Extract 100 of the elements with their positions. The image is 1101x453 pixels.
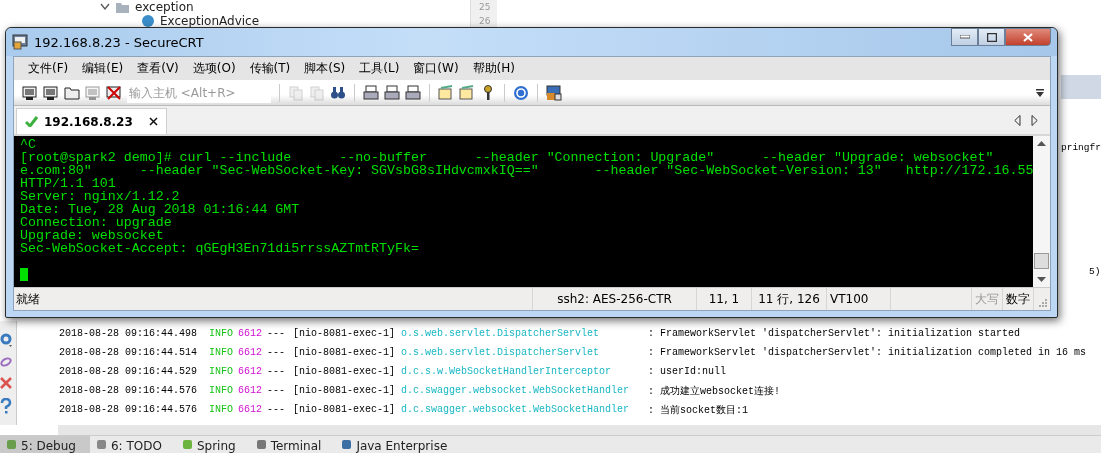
tool-icon <box>255 439 267 451</box>
logger-name: d.c.s.w.WebSocketHandlerInterceptor <box>401 366 613 378</box>
session-tab[interactable]: 192.168.8.23 <box>16 108 167 134</box>
tree-item[interactable]: exception <box>135 0 194 14</box>
tool-tab-label: 5: Debug <box>21 439 76 453</box>
terminal-line: HTTP/1.1 101 <box>20 177 117 190</box>
tool-tab[interactable]: Terminal <box>249 436 336 453</box>
terminal-line: Sec-WebSocket-Accept: qGEgH3En71di5rrssAZTmtRTyFk= <box>20 242 420 255</box>
thread-name: [nio-8081-exec-1] <box>293 385 397 397</box>
tool-tab-label: Terminal <box>270 439 322 453</box>
maximize-button[interactable] <box>978 28 1005 46</box>
thread-name: [nio-8081-exec-1] <box>293 366 397 378</box>
status-text: 11, 1 <box>708 292 740 306</box>
folder-icon <box>116 1 129 13</box>
help-icon[interactable] <box>0 398 12 415</box>
lock-screen-icon[interactable] <box>546 84 562 101</box>
close-icon <box>1023 32 1033 42</box>
scroll-down-icon <box>1037 277 1046 282</box>
menu-item[interactable]: 窗口(W) <box>407 60 465 77</box>
menu-item[interactable]: 帮助(H) <box>466 60 521 77</box>
process-id: 6612 <box>238 385 263 397</box>
logger-name: o.s.web.servlet.DispatcherServlet <box>401 328 601 340</box>
process-id: 6612 <box>238 366 263 378</box>
scrollbar-thumb[interactable] <box>1034 253 1049 269</box>
monitor-icon[interactable] <box>22 84 38 101</box>
options-icon[interactable] <box>438 84 454 101</box>
minimize-icon <box>959 35 970 39</box>
printer-icon[interactable] <box>363 84 379 101</box>
log-message: : 成功建立websocket连接! <box>648 384 781 398</box>
vertical-scrollbar[interactable] <box>1033 136 1050 287</box>
log-timestamp: 2018-08-28 09:16:44.529 <box>59 366 199 378</box>
terminal-screen[interactable] <box>14 136 1033 287</box>
status-text: 大写 <box>975 290 999 308</box>
tool-icon <box>341 439 353 451</box>
status-text: ssh2: AES-256-CTR <box>557 292 672 306</box>
printer-icon[interactable] <box>384 84 400 101</box>
line-number: 25 <box>478 1 492 14</box>
printer-icon[interactable] <box>405 84 421 101</box>
tool-icon <box>95 439 107 451</box>
log-separator: --- <box>267 385 286 397</box>
tab-right-icon[interactable] <box>1031 114 1038 126</box>
menu-item[interactable]: 传输(T) <box>243 60 297 77</box>
ring-icon[interactable] <box>0 356 12 369</box>
log-level: INFO <box>209 328 234 340</box>
status-text: VT100 <box>830 292 869 306</box>
tool-tab[interactable]: 6: TODO <box>89 436 176 453</box>
terminal-line: ^C <box>20 138 37 151</box>
log-message: : userId:null <box>648 366 727 378</box>
tool-tab[interactable]: 5: Debug <box>0 436 90 453</box>
help-icon[interactable] <box>513 84 529 101</box>
log-message: : FrameworkServlet 'dispatcherServlet': initialization started <box>648 328 1022 340</box>
folder-icon[interactable] <box>64 84 80 101</box>
chevron-down-icon[interactable] <box>100 3 110 11</box>
toolbar-overflow-icon[interactable] <box>1036 88 1044 97</box>
thread-name: [nio-8081-exec-1] <box>293 404 397 416</box>
tool-tab-label: Spring <box>196 439 236 453</box>
log-timestamp: 2018-08-28 09:16:44.576 <box>59 404 199 416</box>
close-button[interactable] <box>1005 28 1051 46</box>
tab-left-icon[interactable] <box>1014 114 1021 126</box>
binoculars-icon[interactable] <box>330 84 346 101</box>
log-message: : FrameworkServlet 'dispatcherServlet': initialization completed in 16 ms <box>648 347 1088 359</box>
tool-tab-label: Java Enterprise <box>356 439 448 453</box>
class-icon <box>142 15 154 27</box>
monitor-icon[interactable] <box>43 84 59 101</box>
tool-tab[interactable]: Java Enterprise <box>335 436 462 453</box>
log-timestamp: 2018-08-28 09:16:44.514 <box>59 347 199 359</box>
window-title: 192.168.8.23 - SecureCRT <box>34 34 204 50</box>
tool-tab[interactable]: Spring <box>175 436 250 453</box>
menu-item[interactable]: 工具(L) <box>353 60 406 77</box>
menu-item[interactable]: 脚本(S) <box>298 60 352 77</box>
menu-item[interactable]: 编辑(E) <box>76 60 130 77</box>
log-level: INFO <box>209 404 234 416</box>
menu-item[interactable]: 选项(O) <box>186 60 242 77</box>
logger-name: o.s.web.servlet.DispatcherServlet <box>401 347 601 359</box>
tools-icon[interactable] <box>459 84 475 101</box>
log-message: : 当前socket数目:1 <box>648 403 749 417</box>
resize-grip-icon[interactable] <box>1037 297 1047 307</box>
log-timestamp: 2018-08-28 09:16:44.498 <box>59 328 199 340</box>
status-text: 11 行, 126 <box>758 290 820 308</box>
session-tab-label: 192.168.8.23 <box>44 114 133 129</box>
thread-name: [nio-8081-exec-1] <box>293 328 397 340</box>
tool-tab-label: 6: TODO <box>110 439 162 453</box>
log-separator: --- <box>267 347 286 359</box>
horizontal-scrollbar[interactable] <box>58 425 1101 436</box>
log-level: INFO <box>209 366 234 378</box>
settings-icon[interactable] <box>0 333 12 348</box>
scroll-up-icon <box>1037 141 1046 146</box>
terminal-lock-icon <box>12 34 28 50</box>
process-id: 6612 <box>238 404 263 416</box>
close-icon[interactable] <box>148 117 158 126</box>
log-timestamp: 2018-08-28 09:16:44.576 <box>59 385 199 397</box>
menu-item[interactable]: 文件(F) <box>22 60 75 77</box>
tool-icon <box>6 439 17 451</box>
tree-item[interactable]: ExceptionAdvice <box>160 14 260 28</box>
crossed-monitor-icon[interactable] <box>106 84 122 101</box>
log-level: INFO <box>209 347 234 359</box>
status-text: 数字 <box>1006 290 1030 308</box>
logger-name: d.c.swagger.websocket.WebSocketHandler <box>401 404 631 416</box>
terminal-line: Upgrade: websocket <box>20 229 164 242</box>
menu-item[interactable]: 查看(V) <box>131 60 185 77</box>
